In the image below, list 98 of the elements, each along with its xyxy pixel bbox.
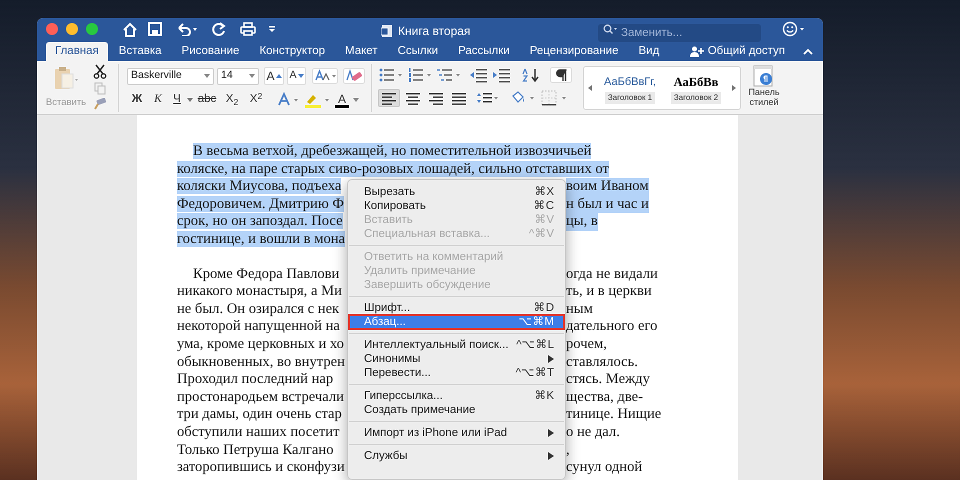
menu-item[interactable]: Импорт из iPhone или iPad (349, 426, 564, 440)
numbered-list-icon[interactable] (407, 67, 433, 83)
styles-pane-icon (753, 65, 775, 87)
dropdown-caret-icon[interactable] (204, 74, 210, 78)
document-text-line: о не дал. (566, 424, 620, 442)
shrink-font-button[interactable]: A (287, 67, 306, 85)
strikethrough-button[interactable]: abc (195, 91, 219, 109)
underline-button[interactable]: Ч (169, 91, 185, 109)
menu-item[interactable]: Абзац... ⌥⌘M (349, 315, 564, 329)
align-left-icon[interactable] (379, 90, 399, 106)
menu-item[interactable]: Интеллектуальный поиск... ^⌥⌘L (349, 338, 564, 352)
decrease-indent-icon[interactable] (469, 67, 489, 83)
change-case-icon[interactable] (312, 68, 338, 84)
document-text-line: три дамы, один очень стар (177, 406, 342, 422)
document-text-line: огда не видали (566, 266, 658, 284)
window-title: Книга вторая (398, 23, 470, 40)
collapse-ribbon-icon[interactable] (803, 48, 813, 55)
document-text-line: Только Петруша Калгано (177, 442, 334, 458)
ribbon-tab[interactable]: Рассылки (449, 42, 519, 61)
search-field[interactable]: Заменить... (598, 24, 761, 42)
document-text-line: обступили наших посетит (177, 424, 340, 440)
home-icon[interactable] (122, 22, 138, 36)
ribbon-tab[interactable]: Рецензирование (520, 42, 628, 61)
document-text-line: ным (566, 300, 593, 318)
print-icon[interactable] (240, 22, 256, 36)
style-sample: АаБбВв (674, 74, 718, 91)
scissors-icon[interactable] (93, 64, 107, 79)
ribbon-tab[interactable]: Главная (46, 42, 108, 61)
document-text-line: не был. Он озирался с нек (177, 300, 340, 317)
document-text-line: дательного его (566, 318, 658, 336)
menu-item[interactable]: Шрифт... ⌘D (349, 301, 564, 315)
document-text-line: простонародьем встречали (177, 388, 344, 405)
down-triangle-icon (298, 74, 304, 78)
menu-item[interactable]: Создать примечание (349, 403, 564, 417)
document-text-line: тинице. Нищие (566, 406, 662, 424)
ribbon-tab[interactable]: Вид (630, 42, 668, 61)
document-text-line: ть, и в церкви (566, 283, 652, 301)
customize-caret-icon[interactable] (268, 25, 276, 33)
minimize-button[interactable] (66, 23, 78, 35)
document-text-line: Проходил последний нар (177, 371, 334, 388)
ribbon-tab[interactable]: Рисование (172, 42, 248, 61)
font-color-button[interactable]: A (333, 91, 361, 109)
menu-item[interactable]: Синонимы (349, 352, 564, 366)
document-text-line: обыкновенных, во внутрен (177, 354, 345, 370)
style-preset[interactable]: АаБбВвГг, Заголовок 1 (598, 72, 662, 104)
up-triangle-icon (276, 74, 282, 78)
add-person-icon (690, 46, 704, 57)
document-text-line: заторопившись и сконфузи (177, 459, 345, 476)
style-name: Заголовок 2 (670, 92, 722, 104)
dropdown-caret-icon[interactable] (249, 74, 255, 78)
bullet-list-icon[interactable] (378, 67, 404, 83)
document-text-line: ставлялось. (566, 354, 638, 372)
dropdown-caret-icon (353, 98, 359, 102)
pilcrow-icon[interactable] (550, 67, 572, 83)
superscript-button[interactable]: X$^{2}$ (245, 91, 267, 109)
document-text-line: ума, кроме церковных и хо (177, 336, 344, 352)
menu-item[interactable]: Вырезать ⌘X (349, 185, 564, 199)
dropdown-caret-icon[interactable] (187, 98, 193, 102)
zoom-button[interactable] (86, 23, 98, 35)
justify-icon[interactable] (449, 90, 469, 106)
paste-label: Вставить (46, 96, 86, 110)
document-text-line: рочем, (566, 336, 607, 354)
document-text-line: Кроме Федора Павлови (193, 266, 340, 282)
share-button[interactable]: Общий доступ (690, 42, 785, 60)
smiley-icon[interactable] (782, 21, 806, 37)
document-text-line: никакого монастыря, а Ми (177, 283, 342, 300)
font-name-field[interactable]: Baskerville (127, 68, 214, 84)
style-sample: АаБбВвГг, (604, 75, 656, 90)
italic-button[interactable]: К (149, 91, 167, 109)
align-right-icon[interactable] (426, 90, 446, 106)
document-text-line: стясь. Между (566, 371, 650, 389)
ribbon-tab[interactable]: Ссылки (388, 42, 448, 61)
document-text-line: некоторой напущенной на (177, 318, 340, 334)
clear-formatting-icon[interactable] (343, 68, 365, 84)
style-preset[interactable]: АаБбВв Заголовок 2 (664, 72, 728, 104)
save-icon[interactable] (148, 22, 162, 36)
increase-indent-icon[interactable] (492, 67, 512, 83)
document-text-line: щества, две- (566, 388, 643, 406)
multilevel-list-icon[interactable] (436, 67, 462, 83)
menu-item[interactable]: Перевести... ^⌥⌘T (349, 366, 564, 380)
ribbon-tab[interactable]: Вставка (110, 42, 171, 61)
ribbon-tab[interactable]: Макет (336, 42, 387, 61)
redo-icon[interactable] (212, 22, 226, 36)
subscript-button[interactable]: X$_{2}$ (221, 91, 243, 109)
bold-button[interactable]: Ж (127, 91, 147, 109)
grow-font-button[interactable]: A (264, 67, 284, 85)
styles-pane-button[interactable]: Панель стилей (744, 61, 784, 107)
menu-item[interactable]: Службы (349, 449, 564, 463)
ribbon-tab[interactable]: Конструктор (250, 42, 334, 61)
document-text-line: сунул одной (566, 459, 642, 477)
document-text-line: , (566, 442, 570, 460)
font-size-field[interactable]: 14 (217, 68, 259, 84)
style-name: Заголовок 1 (604, 92, 656, 104)
menu-item[interactable]: Копировать ⌘C (349, 199, 564, 213)
undo-icon[interactable] (176, 22, 198, 36)
clipboard-icon[interactable] (53, 66, 79, 90)
align-center-icon[interactable] (403, 90, 423, 106)
menu-item[interactable]: Гиперссылка... ⌘K (349, 389, 564, 403)
